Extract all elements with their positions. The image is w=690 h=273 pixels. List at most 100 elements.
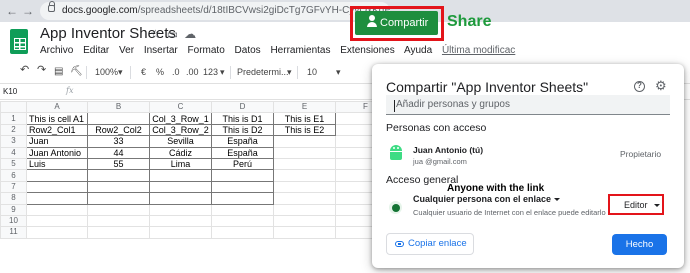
menu-ver[interactable]: Ver [119,45,134,56]
cell[interactable] [26,214,88,228]
done-button[interactable]: Hecho [612,234,667,255]
cell[interactable]: Row2_Col1 [26,123,88,137]
row-header[interactable]: 11 [0,226,27,239]
menu-extensiones[interactable]: Extensiones [340,45,394,56]
cell[interactable] [273,157,336,171]
cell[interactable]: This is cell A1 [26,112,88,125]
column-header[interactable]: B [87,100,150,114]
undo-icon[interactable]: ↶ [20,65,29,76]
font-size-select[interactable]: 10 [307,67,317,78]
cell[interactable]: España [211,135,274,148]
cell[interactable] [87,214,150,228]
star-icon[interactable]: ☆ [150,27,167,41]
cell[interactable]: Row2_Col2 [87,123,150,137]
column-header[interactable]: A [26,100,88,114]
cell[interactable] [87,226,150,239]
more-formats-button[interactable]: 123 [203,67,218,78]
font-size-dropdown-icon[interactable]: ▾ [336,67,341,78]
font-family-dropdown-icon[interactable]: ▾ [287,67,292,78]
menu-herramientas[interactable]: Herramientas [270,45,330,56]
back-icon[interactable]: ← [6,3,18,19]
cell[interactable] [273,146,336,159]
forward-icon[interactable]: → [22,3,34,19]
paint-format-icon[interactable]: ⛏ [70,66,83,77]
menu-editar[interactable]: Editar [83,45,109,56]
cell[interactable] [211,226,274,239]
role-select[interactable]: Editor [624,200,648,211]
cell[interactable] [149,214,212,228]
cell[interactable]: Col_3_Row_1 [149,112,212,125]
cell[interactable] [26,180,88,194]
row-header[interactable]: 7 [0,180,27,194]
cell[interactable] [149,226,212,239]
cell[interactable] [211,192,274,205]
help-icon[interactable]: ? [634,81,645,92]
cell[interactable] [26,169,88,182]
row-header[interactable]: 3 [0,135,27,148]
move-folder-icon[interactable]: ▭ [167,27,184,41]
row-header[interactable]: 8 [0,192,27,205]
row-header[interactable]: 2 [0,123,27,137]
cell[interactable]: 33 [87,135,150,148]
row-header[interactable]: 5 [0,157,27,171]
menu-archivo[interactable]: Archivo [40,45,73,56]
cell[interactable] [87,192,150,205]
decrease-decimals-button[interactable]: .0 [172,67,180,78]
url-field[interactable]: docs.google.com/spreadsheets/d/18tIBCVws… [40,2,390,20]
cell[interactable] [211,169,274,182]
font-family-select[interactable]: Predetermi... [237,67,289,78]
menu-formato[interactable]: Formato [188,45,225,56]
general-access-select[interactable]: Cualquier persona con el enlace [413,194,561,205]
last-edit-link[interactable]: Última modificac [442,45,515,56]
cell[interactable] [87,180,150,194]
sheets-logo[interactable] [10,29,28,54]
redo-icon[interactable]: ↷ [37,65,46,76]
cell[interactable]: Juan [26,135,88,148]
cell[interactable]: Perú [211,157,274,171]
role-chevron-down-icon[interactable] [654,204,660,207]
cell[interactable]: Lima [149,157,212,171]
column-header[interactable]: E [273,100,336,114]
column-header[interactable]: D [211,100,274,114]
print-icon[interactable]: ▤ [54,66,63,77]
cell[interactable] [273,135,336,148]
cell[interactable]: Cádiz [149,146,212,159]
cell[interactable] [273,214,336,228]
cell[interactable] [149,180,212,194]
cell[interactable]: España [211,146,274,159]
cell[interactable]: Col_3_Row_2 [149,123,212,137]
increase-decimals-button[interactable]: .00 [186,67,199,78]
row-header[interactable]: 9 [0,203,27,216]
cell[interactable] [211,203,274,216]
cell[interactable] [273,180,336,194]
currency-format-button[interactable]: € [141,67,146,78]
row-header[interactable]: 1 [0,112,27,125]
cell[interactable] [149,203,212,216]
cloud-status-icon[interactable]: ☁ [184,27,202,41]
row-header[interactable]: 10 [0,214,27,228]
cell[interactable]: 44 [87,146,150,159]
zoom-dropdown-icon[interactable]: ▾ [118,67,123,78]
cell[interactable] [211,214,274,228]
cell[interactable] [273,203,336,216]
cell[interactable]: Luis [26,157,88,171]
select-all-corner[interactable] [0,100,27,114]
row-header[interactable]: 6 [0,169,27,182]
gear-icon[interactable]: ⚙ [655,79,667,92]
cell[interactable] [149,169,212,182]
cell[interactable] [149,192,212,205]
zoom-select[interactable]: 100% [95,67,118,78]
cell[interactable]: 55 [87,157,150,171]
cell[interactable] [87,203,150,216]
cell[interactable]: This is D2 [211,123,274,137]
cell[interactable]: This is D1 [211,112,274,125]
cell[interactable] [26,226,88,239]
cell[interactable]: This is E1 [273,112,336,125]
column-header[interactable]: C [149,100,212,114]
cell[interactable] [87,169,150,182]
cell[interactable] [211,180,274,194]
menu-insertar[interactable]: Insertar [144,45,178,56]
cell[interactable] [87,112,150,125]
add-people-input[interactable] [386,95,670,115]
percent-format-button[interactable]: % [156,67,164,78]
